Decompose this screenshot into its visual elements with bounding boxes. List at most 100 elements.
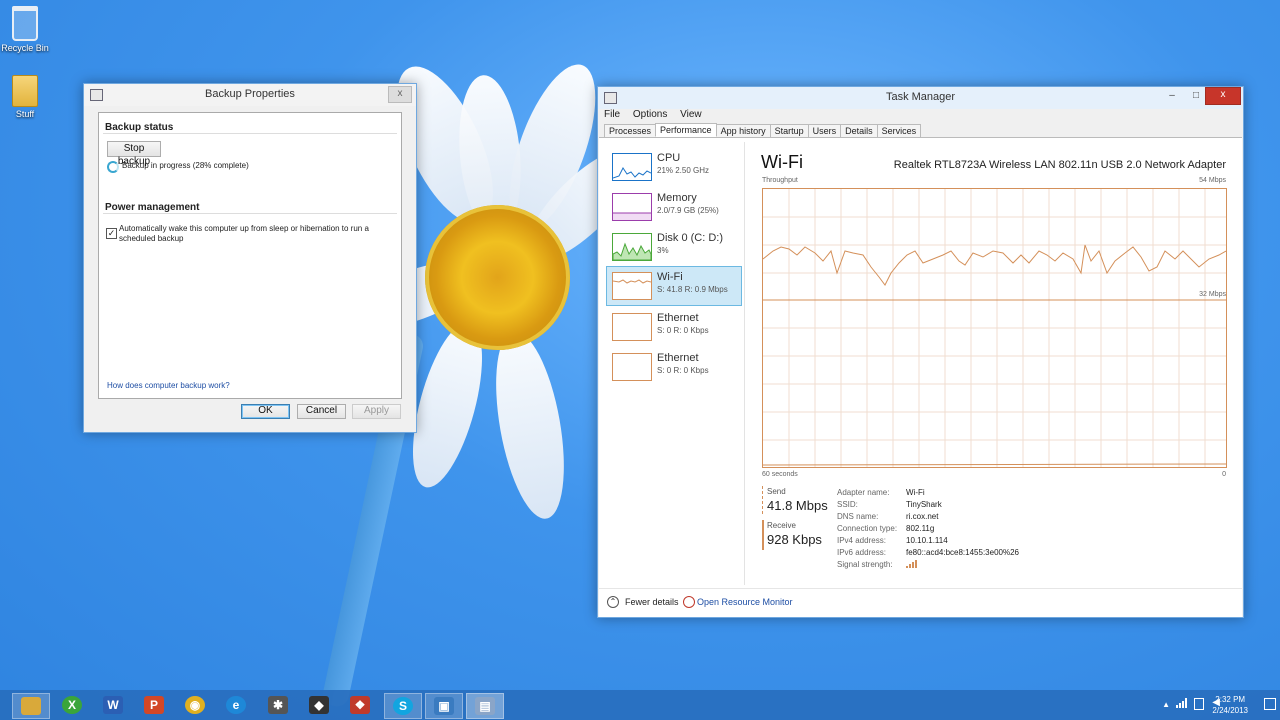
app-icon: ◆ — [309, 696, 329, 714]
open-resource-monitor-link[interactable]: Open Resource Monitor — [697, 597, 793, 607]
sidebar-item-cpu[interactable]: CPU 21% 2.50 GHz — [607, 148, 741, 186]
disk-thumbnail-graph — [612, 233, 652, 261]
help-link[interactable]: How does computer backup work? — [107, 381, 230, 390]
info-value: Wi-Fi — [906, 488, 925, 497]
backup-content-panel: Backup status Stop backup Backup in prog… — [98, 112, 402, 399]
info-value: 802.11g — [906, 524, 935, 533]
backup-title: Backup Properties — [205, 88, 295, 100]
taskbar-app[interactable]: ◆ — [301, 693, 337, 717]
task-manager-footer: ⌃ Fewer details Open Resource Monitor — [599, 588, 1242, 617]
sidebar-item-ethernet[interactable]: Ethernet S: 0 R: 0 Kbps — [607, 308, 741, 346]
signal-strength-icon — [906, 559, 918, 571]
taskbar-word[interactable]: W — [95, 693, 131, 717]
close-button[interactable]: x — [388, 86, 412, 103]
taskbar-file-explorer[interactable] — [12, 693, 50, 719]
ethernet-thumbnail-graph — [612, 353, 652, 381]
battery-icon[interactable] — [1194, 698, 1204, 710]
sidebar-item-name: Memory — [657, 192, 697, 204]
sidebar-item-wifi[interactable]: Wi-Fi S: 41.8 R: 0.9 Mbps — [606, 266, 742, 306]
wake-checkbox[interactable]: ✓ — [106, 228, 117, 239]
collapse-icon[interactable]: ⌃ — [607, 596, 619, 608]
sidebar-item-value: 3% — [657, 246, 669, 255]
receive-label: Receive — [767, 521, 796, 530]
info-key: IPv6 address: — [837, 548, 886, 557]
cpu-thumbnail-graph — [612, 153, 652, 181]
tab-performance[interactable]: Performance — [655, 123, 717, 137]
taskbar-powerpoint[interactable]: P — [136, 693, 172, 717]
info-value: fe80::acd4:bce8:1455:3e00%26 — [906, 548, 1019, 557]
desktop-icon-recycle-bin[interactable]: Recycle Bin — [0, 6, 55, 53]
tab-startup[interactable]: Startup — [769, 124, 809, 138]
close-button[interactable]: x — [1205, 87, 1241, 105]
sidebar-item-value: S: 41.8 R: 0.9 Mbps — [657, 285, 728, 294]
graph-max-label: 54 Mbps — [1199, 177, 1226, 184]
skype-icon: S — [393, 697, 413, 715]
resource-monitor-icon — [683, 596, 695, 608]
backup-titlebar[interactable]: Backup Properties x — [84, 84, 416, 106]
taskbar-task-manager[interactable]: ▤ — [466, 693, 504, 719]
receive-indicator — [762, 520, 764, 550]
network-icon[interactable] — [1176, 698, 1188, 711]
taskbar-backup[interactable]: ▣ — [425, 693, 463, 719]
info-key: SSID: — [837, 500, 858, 509]
graph-min-label: 0 — [1222, 471, 1226, 478]
tab-users[interactable]: Users — [807, 124, 842, 138]
maximize-button[interactable]: □ — [1185, 88, 1207, 104]
menu-file[interactable]: File — [604, 109, 620, 120]
taskbar-skype[interactable]: S — [384, 693, 422, 719]
show-hidden-icons-icon[interactable]: ▲ — [1162, 700, 1170, 709]
ie-icon: e — [226, 696, 246, 714]
receive-value: 928 Kbps — [767, 532, 822, 547]
tab-services[interactable]: Services — [876, 124, 922, 138]
apply-button[interactable]: Apply — [352, 404, 401, 419]
folder-icon — [12, 75, 38, 107]
task-manager-titlebar[interactable]: Task Manager – □ x — [598, 87, 1243, 109]
clock[interactable]: 2:32 PM 2/24/2013 — [1212, 694, 1248, 716]
menu-options[interactable]: Options — [633, 109, 667, 120]
taskbar-internet-explorer[interactable]: e — [218, 693, 254, 717]
info-key: Signal strength: — [837, 560, 893, 569]
power-management-heading: Power management — [105, 202, 200, 213]
action-center-icon[interactable] — [1264, 698, 1276, 710]
wake-checkbox-label: Automatically wake this computer up from… — [119, 224, 369, 243]
tab-strip: Processes Performance App history Startu… — [604, 123, 922, 138]
recycle-bin-icon — [12, 6, 38, 41]
memory-thumbnail-graph — [612, 193, 652, 221]
cancel-button[interactable]: Cancel — [297, 404, 346, 419]
taskbar-app[interactable]: ✱ — [260, 693, 296, 717]
clock-date: 2/24/2013 — [1212, 706, 1248, 715]
info-value: TinyShark — [906, 500, 942, 509]
taskbar-chrome[interactable]: ◉ — [177, 693, 213, 717]
stop-backup-button[interactable]: Stop backup — [107, 141, 161, 167]
ok-button[interactable]: OK — [241, 404, 290, 419]
tab-processes[interactable]: Processes — [604, 124, 657, 138]
send-indicator — [762, 486, 764, 514]
tab-details[interactable]: Details — [840, 124, 878, 138]
graph-label: Throughput — [762, 177, 798, 184]
clock-time: 2:32 PM — [1215, 695, 1246, 704]
tab-app-history[interactable]: App history — [715, 124, 771, 138]
send-label: Send — [767, 487, 786, 496]
sidebar-item-name: Ethernet — [657, 352, 699, 364]
taskbar-app[interactable]: ❖ — [342, 693, 378, 717]
graph-mid-label: 32 Mbps — [1199, 291, 1226, 298]
divider — [744, 142, 745, 585]
minimize-button[interactable]: – — [1161, 88, 1183, 104]
sidebar-item-value: 21% 2.50 GHz — [657, 166, 710, 175]
info-value: 10.10.1.114 — [906, 536, 948, 545]
task-manager-app-icon — [604, 92, 617, 104]
performance-panel: CPU 21% 2.50 GHz Memory 2.0/7.9 GB (25%)… — [599, 137, 1242, 617]
sidebar-item-disk[interactable]: Disk 0 (C: D:) 3% — [607, 228, 741, 266]
throughput-graph — [762, 188, 1227, 468]
desktop-icon-stuff[interactable]: Stuff — [0, 75, 55, 119]
info-key: IPv4 address: — [837, 536, 886, 545]
fewer-details-link[interactable]: Fewer details — [625, 597, 679, 607]
sidebar-item-memory[interactable]: Memory 2.0/7.9 GB (25%) — [607, 188, 741, 226]
app-icon: ✱ — [268, 696, 288, 714]
sidebar-item-ethernet[interactable]: Ethernet S: 0 R: 0 Kbps — [607, 348, 741, 386]
file-explorer-icon — [21, 697, 41, 715]
menu-view[interactable]: View — [680, 109, 702, 120]
ethernet-thumbnail-graph — [612, 313, 652, 341]
divider — [103, 133, 397, 134]
taskbar-xbox[interactable]: X — [54, 693, 90, 717]
